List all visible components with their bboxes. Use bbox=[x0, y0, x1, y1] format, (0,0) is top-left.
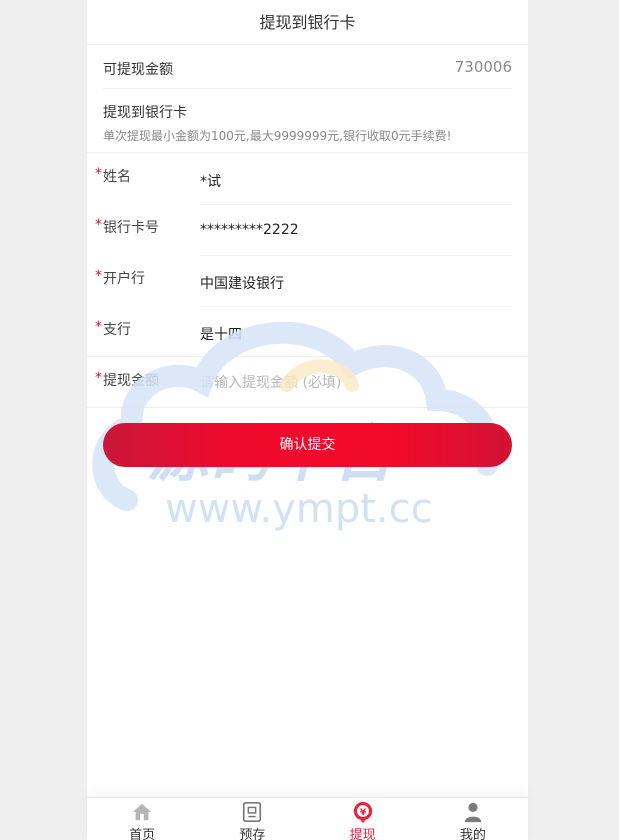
watermark-url: www.ympt.cc bbox=[165, 486, 433, 532]
form-row-branch: * 支行 是十四 bbox=[87, 307, 528, 358]
bottom-tab-bar: 首页 预存 ¥ 提现 我的 bbox=[87, 797, 528, 840]
bank-value: 中国建设银行 bbox=[200, 276, 284, 292]
required-mark: * bbox=[95, 217, 102, 233]
svg-text:¥: ¥ bbox=[359, 807, 366, 818]
name-label: 姓名 bbox=[103, 169, 131, 185]
form-row-card-number: * 银行卡号 *********2222 bbox=[87, 205, 528, 256]
divider bbox=[87, 407, 528, 408]
name-value: *试 bbox=[200, 174, 221, 190]
divider bbox=[87, 356, 528, 357]
form-row-amount: * 提现金额 bbox=[87, 358, 528, 409]
tab-deposit[interactable]: 预存 bbox=[197, 798, 307, 840]
tab-withdraw[interactable]: ¥ 提现 bbox=[308, 798, 418, 840]
confirm-submit-button[interactable]: 确认提交 bbox=[103, 423, 512, 467]
home-icon bbox=[132, 803, 152, 821]
form-row-name: * 姓名 *试 bbox=[87, 154, 528, 205]
withdraw-rule-hint: 单次提现最小金额为100元,最大9999999元,银行收取0元手续费! bbox=[103, 129, 452, 143]
card-number-value: *********2222 bbox=[200, 222, 299, 238]
withdraw-icon: ¥ bbox=[353, 801, 372, 823]
phone-screen: 提现到银行卡 可提现金额 730006 提现到银行卡 单次提现最小金额为100元… bbox=[87, 0, 528, 840]
tab-label: 预存 bbox=[239, 828, 266, 840]
required-mark: * bbox=[95, 370, 102, 386]
form-row-bank: * 开户行 中国建设银行 bbox=[87, 256, 528, 307]
user-icon bbox=[464, 802, 482, 823]
card-section: 提现到银行卡 单次提现最小金额为100元,最大9999999元,银行收取0元手续… bbox=[87, 89, 528, 153]
bank-label: 开户行 bbox=[103, 271, 145, 287]
tab-home[interactable]: 首页 bbox=[87, 798, 197, 840]
required-mark: * bbox=[95, 319, 102, 335]
balance-value: 730006 bbox=[454, 58, 512, 76]
tab-label: 首页 bbox=[129, 828, 156, 840]
amount-input[interactable] bbox=[200, 372, 500, 394]
tab-label: 提现 bbox=[349, 828, 376, 840]
branch-value: 是十四 bbox=[200, 327, 242, 343]
tab-mine[interactable]: 我的 bbox=[418, 798, 528, 840]
balance-row: 可提现金额 730006 bbox=[87, 45, 528, 89]
required-mark: * bbox=[95, 166, 102, 182]
branch-label: 支行 bbox=[103, 322, 131, 338]
card-section-title: 提现到银行卡 bbox=[103, 105, 187, 121]
page-title: 提现到银行卡 bbox=[87, 0, 528, 45]
deposit-icon bbox=[243, 802, 262, 822]
tab-label: 我的 bbox=[459, 828, 486, 840]
balance-label: 可提现金额 bbox=[103, 62, 173, 78]
amount-label: 提现金额 bbox=[103, 373, 159, 389]
required-mark: * bbox=[95, 268, 102, 284]
card-number-label: 银行卡号 bbox=[103, 220, 159, 236]
